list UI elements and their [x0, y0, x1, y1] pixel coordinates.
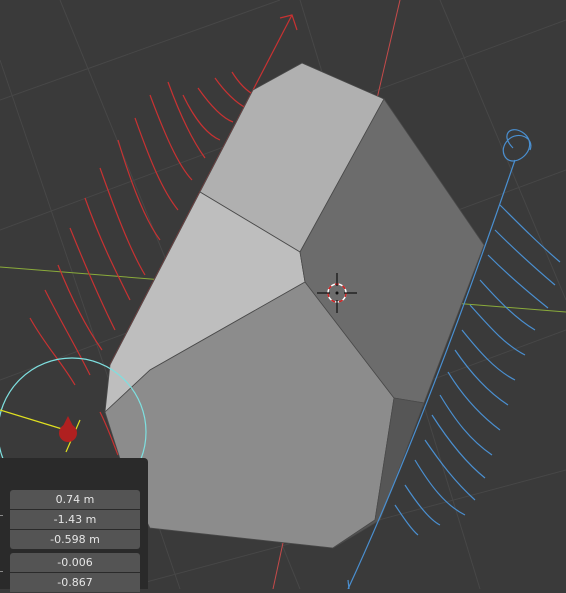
- location-y-field[interactable]: -1.43 m: [10, 510, 140, 529]
- panel-marker: [0, 571, 3, 572]
- location-x-field[interactable]: 0.74 m: [10, 490, 140, 509]
- rotation-x-field[interactable]: -0.006: [10, 553, 140, 572]
- location-fields: 0.74 m -1.43 m -0.598 m: [10, 490, 140, 550]
- location-z-field[interactable]: -0.598 m: [10, 530, 140, 549]
- rotation-y-field[interactable]: -0.867: [10, 573, 140, 592]
- rotation-fields: -0.006 -0.867: [10, 553, 140, 593]
- panel-marker: [0, 515, 3, 516]
- rock-mesh[interactable]: [104, 62, 485, 549]
- adjust-last-operation-panel: 0.74 m -1.43 m -0.598 m -0.006 -0.867: [0, 458, 148, 592]
